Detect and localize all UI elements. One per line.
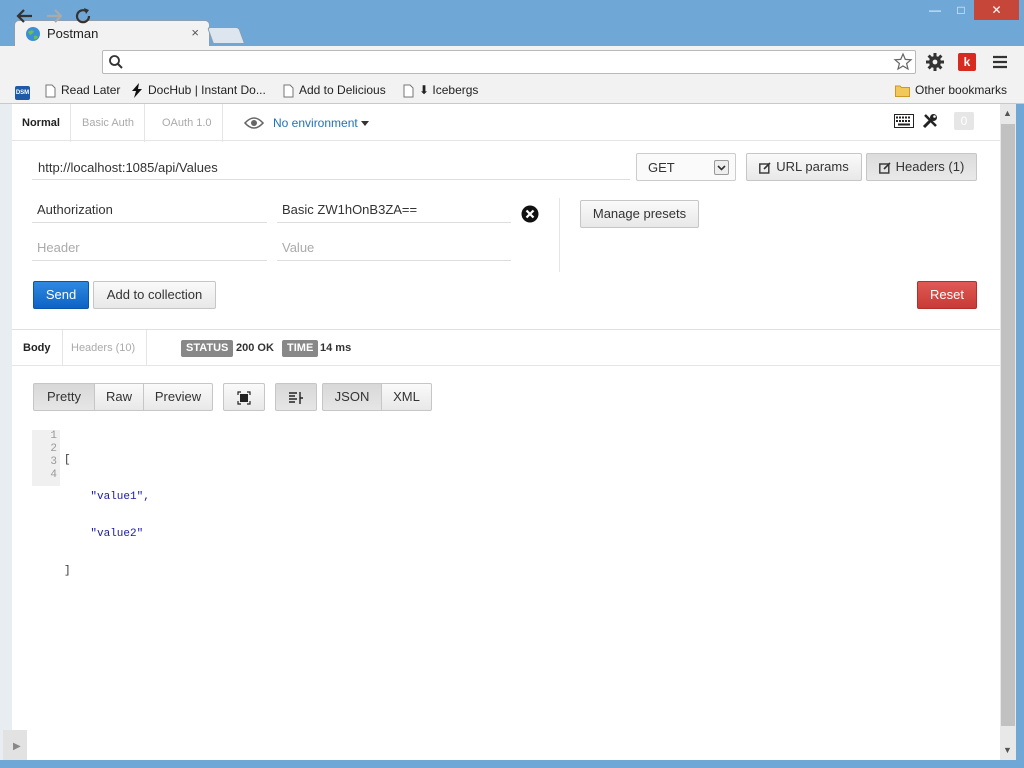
maximize-button[interactable]: □	[948, 0, 974, 20]
code-lines: [ "value1", "value2" ]	[64, 430, 150, 602]
search-icon	[109, 55, 123, 69]
format-xml-button[interactable]: XML	[381, 383, 432, 411]
scroll-up-icon[interactable]: ▲	[1003, 108, 1012, 118]
bookmark-add-to-delicious[interactable]: Add to Delicious	[283, 82, 386, 98]
new-tab-button[interactable]	[206, 27, 246, 44]
reload-icon[interactable]	[73, 6, 93, 26]
send-button[interactable]: Send	[33, 281, 89, 309]
eye-icon[interactable]	[244, 116, 264, 130]
auth-tab-normal[interactable]: Normal	[12, 104, 71, 142]
line-number-gutter: 1 2 3 4	[32, 430, 60, 486]
bookmark-read-later[interactable]: Read Later	[45, 82, 120, 98]
time-badge: TIME	[282, 340, 319, 357]
code-line: [	[64, 454, 71, 466]
header-key-input[interactable]	[32, 197, 267, 223]
extension-badge[interactable]: k	[958, 53, 976, 71]
tab-title: Postman	[47, 26, 99, 41]
reset-button[interactable]: Reset	[917, 281, 977, 309]
postman-app: Normal Basic Auth OAuth 1.0 No environme…	[12, 104, 1000, 760]
left-margin	[0, 104, 12, 760]
globe-icon	[26, 27, 40, 41]
bookmark-icebergs[interactable]: ⬇ Icebergs	[403, 82, 478, 98]
view-preview-button[interactable]: Preview	[143, 383, 213, 411]
gear-icon[interactable]	[925, 52, 945, 72]
window-border	[0, 760, 1024, 768]
divider	[559, 198, 560, 272]
other-bookmarks[interactable]: Other bookmarks	[895, 82, 1007, 98]
close-window-button[interactable]: ✕	[974, 0, 1019, 20]
fullscreen-icon	[237, 390, 251, 405]
response-tab-body[interactable]: Body	[12, 330, 63, 366]
back-arrow-icon[interactable]	[15, 6, 35, 26]
edit-icon	[759, 161, 771, 174]
dsm-icon: DSM	[15, 86, 30, 100]
chevron-down-icon	[360, 121, 369, 127]
keyboard-icon[interactable]	[894, 114, 914, 128]
tab-close-icon[interactable]: ×	[191, 25, 199, 40]
new-header-value-input[interactable]	[277, 235, 511, 261]
address-bar[interactable]	[102, 50, 916, 74]
menu-icon[interactable]	[990, 52, 1010, 72]
divider	[12, 329, 1000, 330]
environment-selector[interactable]: No environment	[273, 116, 369, 130]
minimize-button[interactable]: —	[922, 0, 948, 20]
request-url-input[interactable]	[32, 156, 630, 180]
bookmark-dochub[interactable]: DocHub | Instant Do...	[131, 82, 266, 99]
forward-arrow-icon[interactable]	[44, 6, 64, 26]
wrap-icon	[289, 391, 303, 404]
code-line: "value2"	[64, 528, 144, 540]
code-line: "value1",	[64, 491, 150, 503]
auth-tab-basic-auth[interactable]: Basic Auth	[72, 104, 145, 142]
status-badge: STATUS	[181, 340, 234, 357]
view-raw-button[interactable]: Raw	[94, 383, 144, 411]
response-tab-headers[interactable]: Headers (10)	[60, 330, 148, 366]
divider	[12, 365, 1000, 366]
chevron-down-icon	[714, 160, 729, 175]
add-to-collection-button[interactable]: Add to collection	[93, 281, 216, 309]
header-value-input[interactable]	[277, 197, 511, 223]
page-icon	[403, 84, 414, 98]
time-value: 14 ms	[320, 342, 352, 354]
method-select[interactable]: GET	[636, 153, 736, 181]
format-json-button[interactable]: JSON	[322, 383, 382, 411]
manage-presets-button[interactable]: Manage presets	[580, 200, 699, 228]
remove-header-icon[interactable]	[521, 205, 539, 223]
page-icon	[283, 84, 294, 98]
new-header-key-input[interactable]	[32, 235, 267, 261]
fullscreen-button[interactable]	[223, 383, 265, 411]
auth-tab-oauth[interactable]: OAuth 1.0	[152, 104, 223, 142]
headers-button[interactable]: Headers (1)	[866, 153, 977, 181]
view-pretty-button[interactable]: Pretty	[33, 383, 95, 411]
tools-icon[interactable]	[922, 113, 938, 129]
scrollbar-thumb[interactable]	[1001, 124, 1015, 726]
edit-icon	[878, 161, 891, 174]
page-icon	[45, 84, 56, 98]
dsm-bookmark[interactable]: DSM	[15, 82, 30, 100]
sidebar-toggle-icon[interactable]: ▶	[3, 730, 27, 760]
divider	[12, 140, 1000, 141]
bookmark-star-icon[interactable]	[893, 52, 913, 72]
status-value: 200 OK	[236, 342, 274, 354]
bolt-icon	[132, 83, 142, 99]
request-count-badge: 0	[954, 112, 974, 130]
wrap-lines-button[interactable]	[275, 383, 317, 411]
folder-icon	[895, 85, 910, 98]
url-params-button[interactable]: URL params	[746, 153, 862, 181]
code-line: ]	[64, 565, 71, 577]
response-body[interactable]: 1 2 3 4 [ "value1", "value2" ]	[32, 430, 432, 577]
scroll-down-icon[interactable]: ▼	[1003, 745, 1012, 755]
